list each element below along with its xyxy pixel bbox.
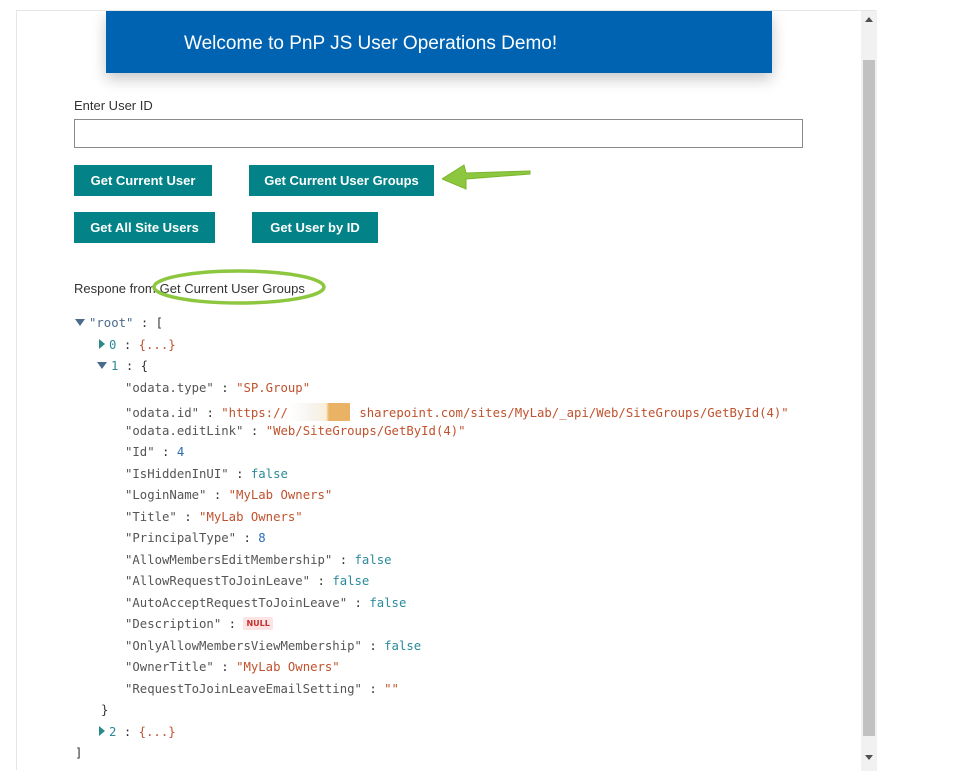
json-item-0-row[interactable]: 0 : {...} <box>75 335 789 357</box>
banner-title: Welcome to PnP JS User Operations Demo! <box>184 33 558 54</box>
json-property-value: "MyLab Owners" <box>236 660 340 674</box>
json-colon: : <box>369 681 377 696</box>
collapse-caret-icon[interactable] <box>75 319 85 326</box>
json-property-row: "IsHiddenInUI" : false <box>75 464 789 486</box>
json-root-close: ] <box>75 746 83 760</box>
json-property-key: "OnlyAllowMembersViewMembership" <box>125 638 362 653</box>
json-property-key: "Description" <box>125 617 222 631</box>
json-property-row: "Id" : 4 <box>75 442 789 464</box>
json-property-key: "PrincipalType" <box>125 531 237 545</box>
json-colon: : <box>184 509 192 524</box>
json-colon: : <box>236 466 244 481</box>
green-ellipse-icon <box>152 269 326 305</box>
json-property-key: "odata.id" <box>125 406 200 420</box>
redacted-region <box>289 403 350 421</box>
json-colon: : <box>250 423 259 438</box>
user-id-label: Enter User ID <box>74 98 153 113</box>
json-colon: : <box>221 660 229 674</box>
json-viewer: "root" : [ 0 : {...} 1 : { "odata.type" … <box>75 313 789 765</box>
json-property-row: "AllowMembersEditMembership" : false <box>75 550 789 572</box>
json-property-key: "Title" <box>125 509 177 524</box>
json-property-value: "https:// <box>221 406 288 420</box>
json-colon: : <box>162 445 170 459</box>
json-property-value: "MyLab Owners" <box>199 509 303 524</box>
json-colon: : <box>354 595 362 610</box>
response-prefix: Respone from <box>74 281 156 296</box>
json-colon: : <box>369 638 377 653</box>
json-property-row: "OnlyAllowMembersViewMembership" : false <box>75 636 789 658</box>
json-property-value: false <box>354 552 392 567</box>
json-item-1-close: } <box>101 703 109 717</box>
json-item-2-row[interactable]: 2 : {...} <box>75 722 789 744</box>
json-property-row: "PrincipalType" : 8 <box>75 528 789 550</box>
json-property-value: false <box>384 638 422 653</box>
scroll-up-arrow-icon[interactable] <box>865 17 873 22</box>
get-current-user-button[interactable]: Get Current User <box>74 165 212 196</box>
json-item-1-row[interactable]: 1 : { <box>75 356 789 378</box>
scroll-thumb[interactable] <box>863 60 875 736</box>
json-property-value: "Web/SiteGroups/GetById(4)" <box>265 423 466 438</box>
json-colon: : <box>228 617 237 631</box>
json-colon: : <box>339 552 348 567</box>
get-current-user-groups-button[interactable]: Get Current User Groups <box>249 165 434 196</box>
json-property-row: "AllowRequestToJoinLeave" : false <box>75 571 789 593</box>
vertical-scrollbar[interactable] <box>861 11 877 771</box>
json-property-value: 8 <box>258 531 266 545</box>
page-viewport: Welcome to PnP JS User Operations Demo! … <box>17 11 861 771</box>
json-colon: : <box>243 531 251 545</box>
json-property-value: 4 <box>176 445 185 459</box>
json-colon: : <box>206 406 214 420</box>
json-root-row[interactable]: "root" : [ <box>75 313 789 335</box>
json-colon: : <box>317 574 325 588</box>
json-property-value: false <box>250 466 288 481</box>
json-property-row: "odata.id" : "https:// sharepoint.com/si… <box>75 399 789 421</box>
json-property-row: "Title" : "MyLab Owners" <box>75 507 789 529</box>
app-frame: Welcome to PnP JS User Operations Demo! … <box>16 10 877 771</box>
json-property-key: "OwnerTitle" <box>125 660 214 674</box>
json-property-key: "AllowMembersEditMembership" <box>125 552 333 567</box>
json-colon: : <box>221 380 229 395</box>
json-colon: : <box>213 488 222 502</box>
json-property-row: "RequestToJoinLeaveEmailSetting" : "" <box>75 679 789 701</box>
json-property-key: "LoginName" <box>125 488 207 502</box>
json-property-row: "OwnerTitle" : "MyLab Owners" <box>75 657 789 679</box>
json-property-value: "" <box>384 681 399 696</box>
json-property-row: "LoginName" : "MyLab Owners" <box>75 485 789 507</box>
json-property-key: "IsHiddenInUI" <box>125 466 229 481</box>
scroll-down-arrow-icon[interactable] <box>865 755 873 760</box>
json-property-value: false <box>332 574 370 588</box>
json-property-row: "odata.editLink" : "Web/SiteGroups/GetBy… <box>75 421 789 443</box>
json-property-value: sharepoint.com/sites/MyLab/_api/Web/Site… <box>359 406 789 420</box>
null-badge: NULL <box>243 617 273 630</box>
get-all-site-users-button[interactable]: Get All Site Users <box>74 212 215 243</box>
json-property-key: "odata.editLink" <box>125 423 244 438</box>
json-property-value: "SP.Group" <box>236 380 311 395</box>
json-property-row: "AutoAcceptRequestToJoinLeave" : false <box>75 593 789 615</box>
json-property-value: false <box>369 595 407 610</box>
json-property-key: "AutoAcceptRequestToJoinLeave" <box>125 595 348 610</box>
green-arrow-icon <box>442 164 531 190</box>
json-property-key: "Id" <box>125 445 155 459</box>
json-property-value: "MyLab Owners" <box>228 488 333 502</box>
user-id-input[interactable] <box>74 119 803 148</box>
expand-caret-icon[interactable] <box>99 726 105 736</box>
json-property-key: "odata.type" <box>125 380 214 395</box>
json-property-key: "AllowRequestToJoinLeave" <box>125 574 311 588</box>
collapse-caret-icon[interactable] <box>97 362 107 369</box>
expand-caret-icon[interactable] <box>99 339 105 349</box>
json-property-row: "Description" : NULL <box>75 614 789 636</box>
welcome-banner: Welcome to PnP JS User Operations Demo! <box>106 11 772 73</box>
json-property-row: "odata.type" : "SP.Group" <box>75 378 789 400</box>
get-user-by-id-button[interactable]: Get User by ID <box>252 212 378 243</box>
json-property-key: "RequestToJoinLeaveEmailSetting" <box>125 681 362 696</box>
json-item-1-properties: "odata.type" : "SP.Group" "odata.id" : "h… <box>75 378 789 701</box>
